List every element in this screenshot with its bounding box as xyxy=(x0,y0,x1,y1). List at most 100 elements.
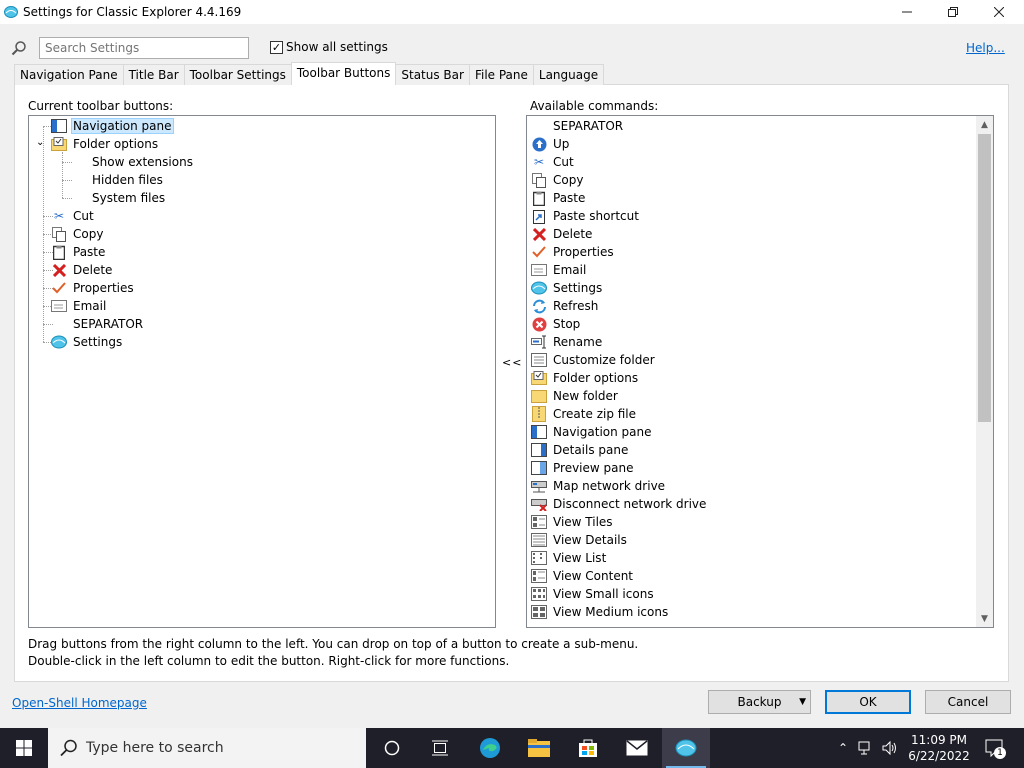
command-item-label: Stop xyxy=(553,317,581,331)
command-item[interactable]: Copy xyxy=(531,171,585,189)
speaker-icon[interactable] xyxy=(882,741,898,755)
tab-toolbar-settings[interactable]: Toolbar Settings xyxy=(183,64,292,85)
tree-item[interactable]: ✂ Cut xyxy=(51,207,96,225)
search-input[interactable] xyxy=(39,37,249,59)
command-item[interactable]: Preview pane xyxy=(531,459,635,477)
command-item[interactable]: Navigation pane xyxy=(531,423,654,441)
ok-button[interactable]: OK xyxy=(825,690,911,714)
command-item[interactable]: Paste shortcut xyxy=(531,207,641,225)
taskbar-search-box[interactable]: Type here to search xyxy=(48,728,366,768)
command-item-label: Navigation pane xyxy=(553,425,652,439)
start-button[interactable] xyxy=(0,728,48,768)
scrollbar-thumb[interactable] xyxy=(978,134,991,422)
command-item[interactable]: New folder xyxy=(531,387,620,405)
command-item[interactable]: View Content xyxy=(531,567,635,585)
command-item[interactable]: Stop xyxy=(531,315,582,333)
command-item-label: Settings xyxy=(553,281,603,295)
vertical-scrollbar[interactable]: ▲ ▼ xyxy=(976,116,993,627)
mail-button[interactable] xyxy=(613,728,661,768)
tab-navigation-pane[interactable]: Navigation Pane xyxy=(14,64,124,85)
shell-icon xyxy=(675,739,697,757)
dropdown-arrow-icon[interactable]: ▼ xyxy=(799,697,806,707)
command-item-label: Refresh xyxy=(553,299,599,313)
tree-item[interactable]: Settings xyxy=(51,333,124,351)
checkbox-checked-icon[interactable]: ✓ xyxy=(270,40,283,54)
tree-item[interactable]: Properties xyxy=(51,279,136,297)
clock[interactable]: 11:09 PM 6/22/2022 xyxy=(906,732,972,764)
customize-folder-icon xyxy=(531,352,547,368)
command-item-label: View Details xyxy=(553,533,627,547)
command-item[interactable]: Delete xyxy=(531,225,594,243)
network-icon[interactable] xyxy=(858,741,874,755)
command-item-label: Paste shortcut xyxy=(553,209,639,223)
help-link[interactable]: Help... xyxy=(966,41,1005,55)
cortana-button[interactable] xyxy=(368,728,416,768)
close-button[interactable] xyxy=(976,0,1022,24)
command-item-label: Disconnect network drive xyxy=(553,497,707,511)
file-explorer-button[interactable] xyxy=(515,728,563,768)
classic-explorer-settings-button[interactable] xyxy=(662,728,710,768)
command-item[interactable]: ✂ Cut xyxy=(531,153,576,171)
title-bar: Settings for Classic Explorer 4.4.169 xyxy=(0,0,1024,24)
command-item-label: Copy xyxy=(553,173,584,187)
command-item[interactable]: Up xyxy=(531,135,571,153)
tree-item[interactable]: Email xyxy=(51,297,108,315)
tree-item[interactable]: Copy xyxy=(51,225,105,243)
command-item[interactable]: Rename xyxy=(531,333,604,351)
command-item[interactable]: Folder options xyxy=(531,369,640,387)
command-item[interactable]: Disconnect network drive xyxy=(531,495,708,513)
command-item[interactable]: Properties xyxy=(531,243,616,261)
command-item[interactable]: Customize folder xyxy=(531,351,657,369)
command-item[interactable]: Map network drive xyxy=(531,477,667,495)
tree-item[interactable]: Navigation pane xyxy=(51,117,174,135)
tree-item[interactable]: Show extensions xyxy=(90,153,195,171)
command-item[interactable]: Create zip file xyxy=(531,405,638,423)
command-item[interactable]: View Tiles xyxy=(531,513,615,531)
minimize-icon xyxy=(902,11,912,13)
stop-icon xyxy=(531,316,547,332)
search-icon xyxy=(11,41,26,56)
command-item[interactable]: Email xyxy=(531,261,588,279)
tab-title-bar[interactable]: Title Bar xyxy=(122,64,185,85)
command-item[interactable]: Refresh xyxy=(531,297,600,315)
chevron-down-icon[interactable]: ⌄ xyxy=(36,137,44,148)
tree-item[interactable]: Hidden files xyxy=(90,171,165,189)
tree-item[interactable]: Folder options xyxy=(51,135,160,153)
checkmark-icon xyxy=(51,280,67,296)
chevron-up-icon[interactable]: ⌃ xyxy=(838,741,848,755)
tree-item[interactable]: Delete xyxy=(51,261,114,279)
restore-icon xyxy=(948,7,958,17)
command-item[interactable]: Details pane xyxy=(531,441,630,459)
backup-button[interactable]: Backup ▼ xyxy=(708,690,811,714)
command-item[interactable]: Settings xyxy=(531,279,604,297)
command-item[interactable]: View List xyxy=(531,549,608,567)
tab-toolbar-buttons[interactable]: Toolbar Buttons xyxy=(290,62,397,85)
view-content-icon xyxy=(531,568,547,584)
available-commands-list[interactable]: SEPARATOR Up ✂ Cut Copy Paste Paste shortcut De… xyxy=(526,115,994,628)
scroll-up-icon[interactable]: ▲ xyxy=(976,116,993,133)
tab-language[interactable]: Language xyxy=(532,64,605,85)
shell-icon xyxy=(51,334,67,350)
tree-item[interactable]: Paste xyxy=(51,243,107,261)
tab-status-bar[interactable]: Status Bar xyxy=(395,64,470,85)
command-item[interactable]: SEPARATOR xyxy=(531,117,625,135)
scroll-down-icon[interactable]: ▼ xyxy=(976,610,993,627)
command-item[interactable]: View Small icons xyxy=(531,585,656,603)
restore-button[interactable] xyxy=(930,0,976,24)
tab-file-pane[interactable]: File Pane xyxy=(468,64,534,85)
task-view-button[interactable] xyxy=(416,728,464,768)
command-item[interactable]: View Medium icons xyxy=(531,603,670,621)
notification-center-button[interactable]: 1 xyxy=(984,738,1006,759)
show-all-settings-checkbox[interactable]: ✓ Show all settings xyxy=(270,40,388,54)
command-item[interactable]: Paste xyxy=(531,189,587,207)
current-buttons-tree[interactable]: Navigation pane ⌄ Folder options Show ex… xyxy=(28,115,496,628)
cancel-button[interactable]: Cancel xyxy=(925,690,1011,714)
open-shell-homepage-link[interactable]: Open-Shell Homepage xyxy=(12,696,147,710)
edge-button[interactable] xyxy=(466,728,514,768)
command-item[interactable]: View Details xyxy=(531,531,629,549)
tree-item[interactable]: SEPARATOR xyxy=(51,315,145,333)
move-left-button[interactable]: << xyxy=(502,356,522,369)
tree-item[interactable]: System files xyxy=(90,189,167,207)
store-button[interactable] xyxy=(564,728,612,768)
minimize-button[interactable] xyxy=(884,0,930,24)
